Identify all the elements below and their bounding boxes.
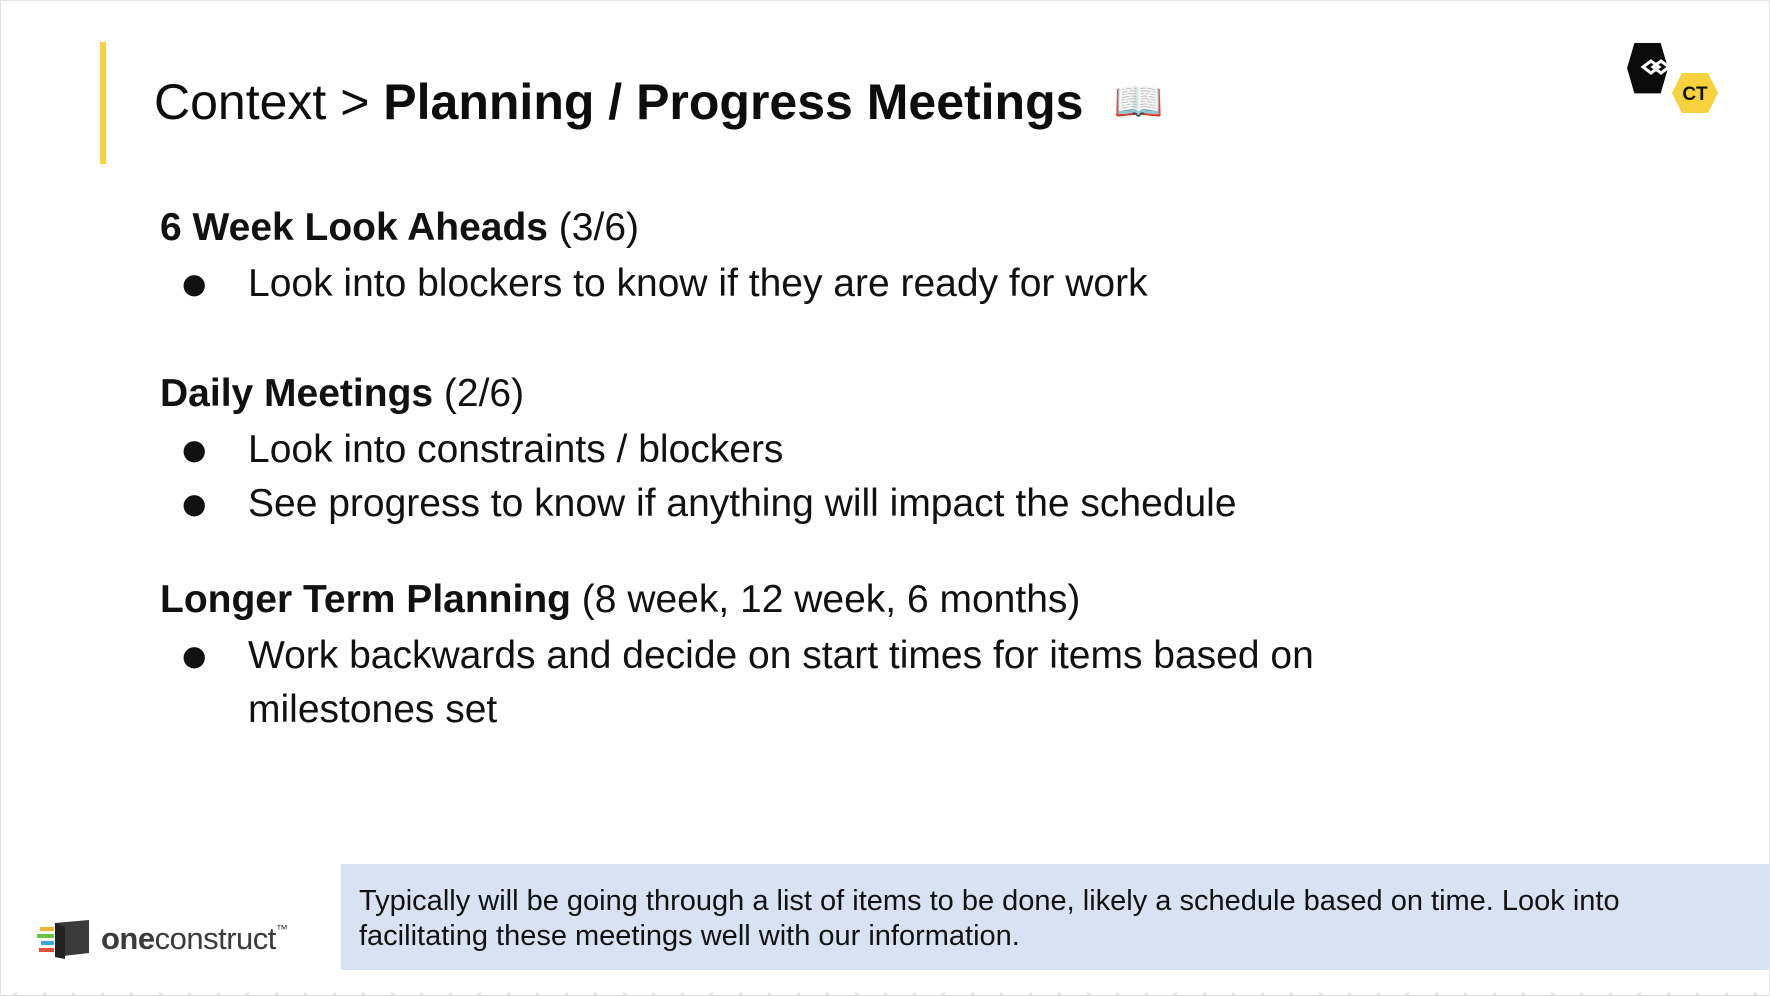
breadcrumb-current: Planning / Progress Meetings <box>383 74 1084 130</box>
slide: Context > Planning / Progress Meetings 📖 … <box>0 0 1770 997</box>
bullet-list: ● Work backwards and decide on start tim… <box>160 629 1420 737</box>
ct-logo: CT <box>1627 43 1718 113</box>
page-title: Context > Planning / Progress Meetings 📖 <box>154 71 1163 133</box>
bullet-list: ● Look into blockers to know if they are… <box>160 257 1420 311</box>
open-book-icon: 📖 <box>1113 79 1164 125</box>
list-item: ● Work backwards and decide on start tim… <box>160 629 1420 737</box>
list-item-text: Work backwards and decide on start times… <box>248 634 1314 731</box>
section-heading: Daily Meetings (2/6) <box>160 369 1420 419</box>
section-heading-title: Longer Term Planning <box>160 578 571 621</box>
speaker-note-box: Typically will be going through a list o… <box>341 864 1769 970</box>
section-heading-title: 6 Week Look Aheads <box>160 206 548 249</box>
section-heading: Longer Term Planning (8 week, 12 week, 6… <box>160 575 1420 625</box>
breadcrumb-context: Context > <box>154 74 384 130</box>
list-item: ● Look into constraints / blockers <box>160 423 1420 477</box>
section-longer-term-planning: Longer Term Planning (8 week, 12 week, 6… <box>160 575 1420 737</box>
title-accent-bar <box>100 42 106 164</box>
bullet-icon: ● <box>182 639 207 672</box>
section-6-week-look-aheads: 6 Week Look Aheads (3/6) ● Look into blo… <box>160 203 1420 369</box>
list-item-text: Look into constraints / blockers <box>248 428 784 471</box>
bottom-dotted-divider <box>1 991 1770 997</box>
oneconstruct-wordmark: oneconstruct™ <box>101 921 288 956</box>
list-item: ● See progress to know if anything will … <box>160 477 1420 531</box>
section-heading: 6 Week Look Aheads (3/6) <box>160 203 1420 253</box>
bullet-list: ● Look into constraints / blockers ● See… <box>160 423 1420 531</box>
ct-logo-text: CT <box>1682 84 1708 105</box>
list-item-text: See progress to know if anything will im… <box>248 482 1237 525</box>
section-heading-title: Daily Meetings <box>160 372 434 415</box>
list-item-text: Look into blockers to know if they are r… <box>248 262 1148 305</box>
bullet-icon: ● <box>182 487 207 520</box>
oneconstruct-logo: oneconstruct™ <box>37 917 288 961</box>
oneconstruct-mark-icon <box>37 920 89 959</box>
section-daily-meetings: Daily Meetings (2/6) ● Look into constra… <box>160 369 1420 575</box>
list-item: ● Look into blockers to know if they are… <box>160 257 1420 311</box>
speaker-note-text: Typically will be going through a list o… <box>359 885 1620 952</box>
content-area: 6 Week Look Aheads (3/6) ● Look into blo… <box>160 203 1420 737</box>
bullet-icon: ● <box>182 433 207 466</box>
ct-logo-black-hex <box>1627 43 1668 94</box>
section-heading-note: (2/6) <box>433 372 525 415</box>
section-heading-note: (8 week, 12 week, 6 months) <box>570 578 1081 621</box>
section-heading-note: (3/6) <box>547 206 639 249</box>
bullet-icon: ● <box>182 267 207 300</box>
